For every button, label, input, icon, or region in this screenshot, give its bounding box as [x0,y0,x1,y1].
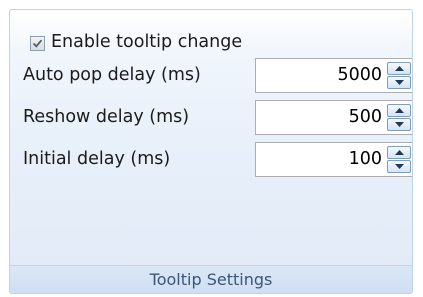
initial-delay-row: Initial delay (ms) 100 [10,142,412,180]
enable-tooltip-change-label: Enable tooltip change [51,32,243,53]
initial-delay-spinner[interactable]: 100 [255,142,412,177]
arrow-down-icon [394,80,404,85]
enable-tooltip-change-checkbox[interactable]: Enable tooltip change [30,30,242,56]
initial-delay-value[interactable]: 100 [349,150,382,169]
auto-pop-delay-decrement-button[interactable] [387,76,411,89]
auto-pop-delay-spinner[interactable]: 5000 [255,58,412,93]
arrow-up-icon [394,150,404,155]
checkmark-icon [32,39,43,48]
auto-pop-delay-value[interactable]: 5000 [337,66,382,85]
reshow-delay-value[interactable]: 500 [349,108,382,127]
auto-pop-delay-increment-button[interactable] [387,62,411,75]
initial-delay-increment-button[interactable] [387,146,411,159]
reshow-delay-spin-buttons [387,104,411,131]
reshow-delay-row: Reshow delay (ms) 500 [10,100,412,138]
group-caption: Tooltip Settings [149,269,273,289]
initial-delay-spin-buttons [387,146,411,173]
auto-pop-delay-spin-buttons [387,62,411,89]
reshow-delay-spinner[interactable]: 500 [255,100,412,135]
initial-delay-decrement-button[interactable] [387,160,411,173]
reshow-delay-decrement-button[interactable] [387,118,411,131]
auto-pop-delay-label: Auto pop delay (ms) [23,65,201,85]
arrow-down-icon [394,122,404,127]
reshow-delay-increment-button[interactable] [387,104,411,117]
arrow-up-icon [394,66,404,71]
reshow-delay-label: Reshow delay (ms) [23,107,190,127]
group-caption-bar: Tooltip Settings [10,265,412,293]
initial-delay-label: Initial delay (ms) [23,149,171,169]
tooltip-settings-group: Enable tooltip change Auto pop delay (ms… [9,9,413,294]
auto-pop-delay-row: Auto pop delay (ms) 5000 [10,58,412,96]
arrow-up-icon [394,108,404,113]
checkbox-box[interactable] [30,35,45,51]
arrow-down-icon [394,164,404,169]
